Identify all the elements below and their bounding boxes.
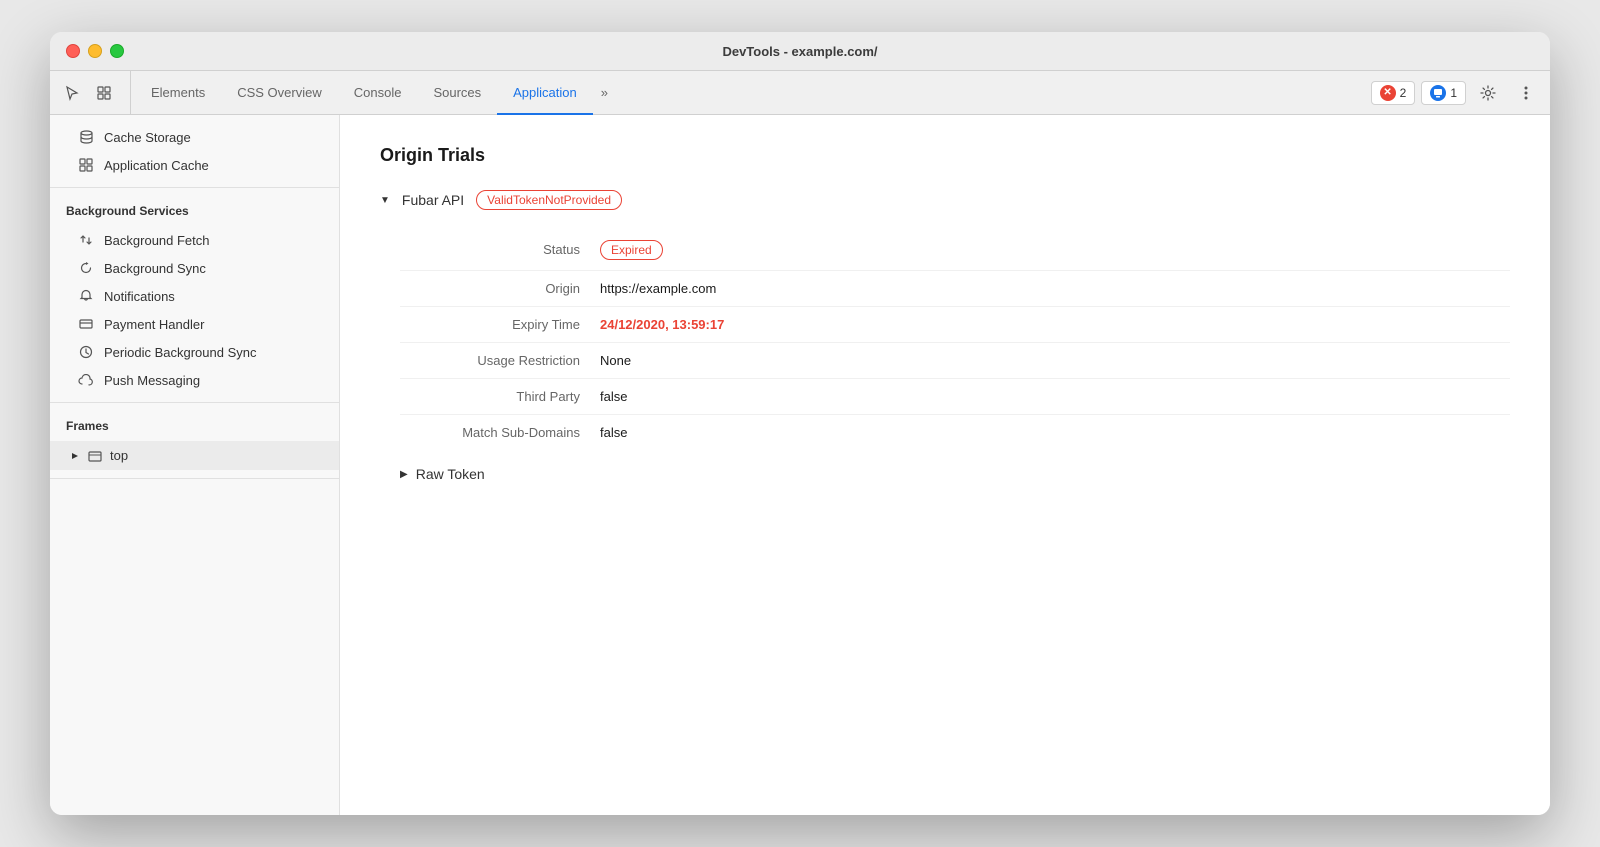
bell-icon — [78, 288, 94, 304]
property-row-expiry: Expiry Time 24/12/2020, 13:59:17 — [400, 307, 1510, 343]
payment-handler-label: Payment Handler — [104, 317, 204, 332]
traffic-lights — [66, 44, 124, 58]
grid-icon — [78, 157, 94, 173]
devtools-window: DevTools - example.com/ Elements CSS Ove… — [50, 32, 1550, 815]
main-content: Cache Storage Application Cache — [50, 115, 1550, 815]
error-count: 2 — [1400, 86, 1407, 100]
background-sync-label: Background Sync — [104, 261, 206, 276]
expiry-value: 24/12/2020, 13:59:17 — [600, 317, 724, 332]
close-button[interactable] — [66, 44, 80, 58]
property-row-status: Status Expired — [400, 230, 1510, 271]
property-row-match-sub-domains: Match Sub-Domains false — [400, 415, 1510, 450]
error-badge-button[interactable]: ✕ 2 — [1371, 81, 1416, 105]
background-fetch-label: Background Fetch — [104, 233, 210, 248]
raw-token-label: Raw Token — [416, 466, 485, 482]
tab-bar: Elements CSS Overview Console Sources Ap… — [50, 71, 1550, 115]
settings-button[interactable] — [1472, 77, 1504, 109]
sidebar-item-application-cache[interactable]: Application Cache — [50, 151, 339, 179]
tab-css-overview[interactable]: CSS Overview — [221, 72, 338, 115]
sidebar-item-periodic-background-sync[interactable]: Periodic Background Sync — [50, 338, 339, 366]
card-icon — [78, 316, 94, 332]
clock-icon — [78, 344, 94, 360]
info-badge-button[interactable]: 1 — [1421, 81, 1466, 105]
inspect-icon[interactable] — [90, 79, 118, 107]
origin-label: Origin — [400, 281, 600, 296]
sidebar-item-cache-storage[interactable]: Cache Storage — [50, 123, 339, 151]
third-party-value: false — [600, 389, 627, 404]
push-messaging-label: Push Messaging — [104, 373, 200, 388]
cloud-icon — [78, 372, 94, 388]
storage-section: Cache Storage Application Cache — [50, 115, 339, 188]
sidebar-item-notifications[interactable]: Notifications — [50, 282, 339, 310]
info-icon — [1430, 85, 1446, 101]
arrows-updown-icon — [78, 232, 94, 248]
match-sub-domains-label: Match Sub-Domains — [400, 425, 600, 440]
more-options-button[interactable] — [1510, 77, 1542, 109]
title-bar: DevTools - example.com/ — [50, 32, 1550, 71]
cursor-icon[interactable] — [58, 79, 86, 107]
api-collapse-arrow[interactable]: ▼ — [380, 195, 390, 206]
content-panel: Origin Trials ▼ Fubar API ValidTokenNotP… — [340, 115, 1550, 815]
tab-elements[interactable]: Elements — [135, 72, 221, 115]
sidebar-item-background-sync[interactable]: Background Sync — [50, 254, 339, 282]
tab-application[interactable]: Application — [497, 72, 593, 115]
tab-sources[interactable]: Sources — [417, 72, 497, 115]
api-name: Fubar API — [402, 192, 464, 208]
tab-bar-right: ✕ 2 1 — [1371, 71, 1542, 114]
sync-icon — [78, 260, 94, 276]
error-icon: ✕ — [1380, 85, 1396, 101]
periodic-background-sync-label: Periodic Background Sync — [104, 345, 256, 360]
status-label: Status — [400, 242, 600, 257]
tab-more-button[interactable]: » — [593, 71, 616, 114]
match-sub-domains-value: false — [600, 425, 627, 440]
maximize-button[interactable] — [110, 44, 124, 58]
tab-nav: Elements CSS Overview Console Sources Ap… — [135, 71, 1371, 114]
property-row-third-party: Third Party false — [400, 379, 1510, 415]
api-section: ▼ Fubar API ValidTokenNotProvided Status… — [380, 190, 1510, 482]
minimize-button[interactable] — [88, 44, 102, 58]
raw-token-arrow: ▶ — [400, 469, 408, 480]
top-frame-label: top — [110, 448, 128, 463]
background-services-section: Background Services Background Fetch — [50, 188, 339, 403]
sidebar-item-top[interactable]: top — [50, 441, 339, 470]
usage-restriction-label: Usage Restriction — [400, 353, 600, 368]
background-services-header: Background Services — [50, 196, 339, 226]
property-row-usage-restriction: Usage Restriction None — [400, 343, 1510, 379]
database-icon — [78, 129, 94, 145]
third-party-label: Third Party — [400, 389, 600, 404]
properties-table: Status Expired Origin https://example.co… — [400, 230, 1510, 450]
sidebar-item-push-messaging[interactable]: Push Messaging — [50, 366, 339, 394]
expiry-label: Expiry Time — [400, 317, 600, 332]
raw-token-row[interactable]: ▶ Raw Token — [400, 466, 1510, 482]
usage-restriction-value: None — [600, 353, 631, 368]
notifications-label: Notifications — [104, 289, 175, 304]
property-row-origin: Origin https://example.com — [400, 271, 1510, 307]
page-title: Origin Trials — [380, 145, 1510, 166]
origin-value: https://example.com — [600, 281, 716, 296]
sidebar-item-background-fetch[interactable]: Background Fetch — [50, 226, 339, 254]
api-header: ▼ Fubar API ValidTokenNotProvided — [380, 190, 1510, 210]
frames-section: Frames top — [50, 403, 339, 479]
sidebar: Cache Storage Application Cache — [50, 115, 340, 815]
frames-header: Frames — [50, 411, 339, 441]
status-value: Expired — [600, 240, 663, 260]
api-status-badge: ValidTokenNotProvided — [476, 190, 622, 210]
sidebar-item-payment-handler[interactable]: Payment Handler — [50, 310, 339, 338]
window-title: DevTools - example.com/ — [722, 44, 877, 59]
info-count: 1 — [1450, 86, 1457, 100]
tab-tools — [58, 71, 131, 114]
cache-storage-label: Cache Storage — [104, 130, 191, 145]
tab-console[interactable]: Console — [338, 72, 418, 115]
application-cache-label: Application Cache — [104, 158, 209, 173]
